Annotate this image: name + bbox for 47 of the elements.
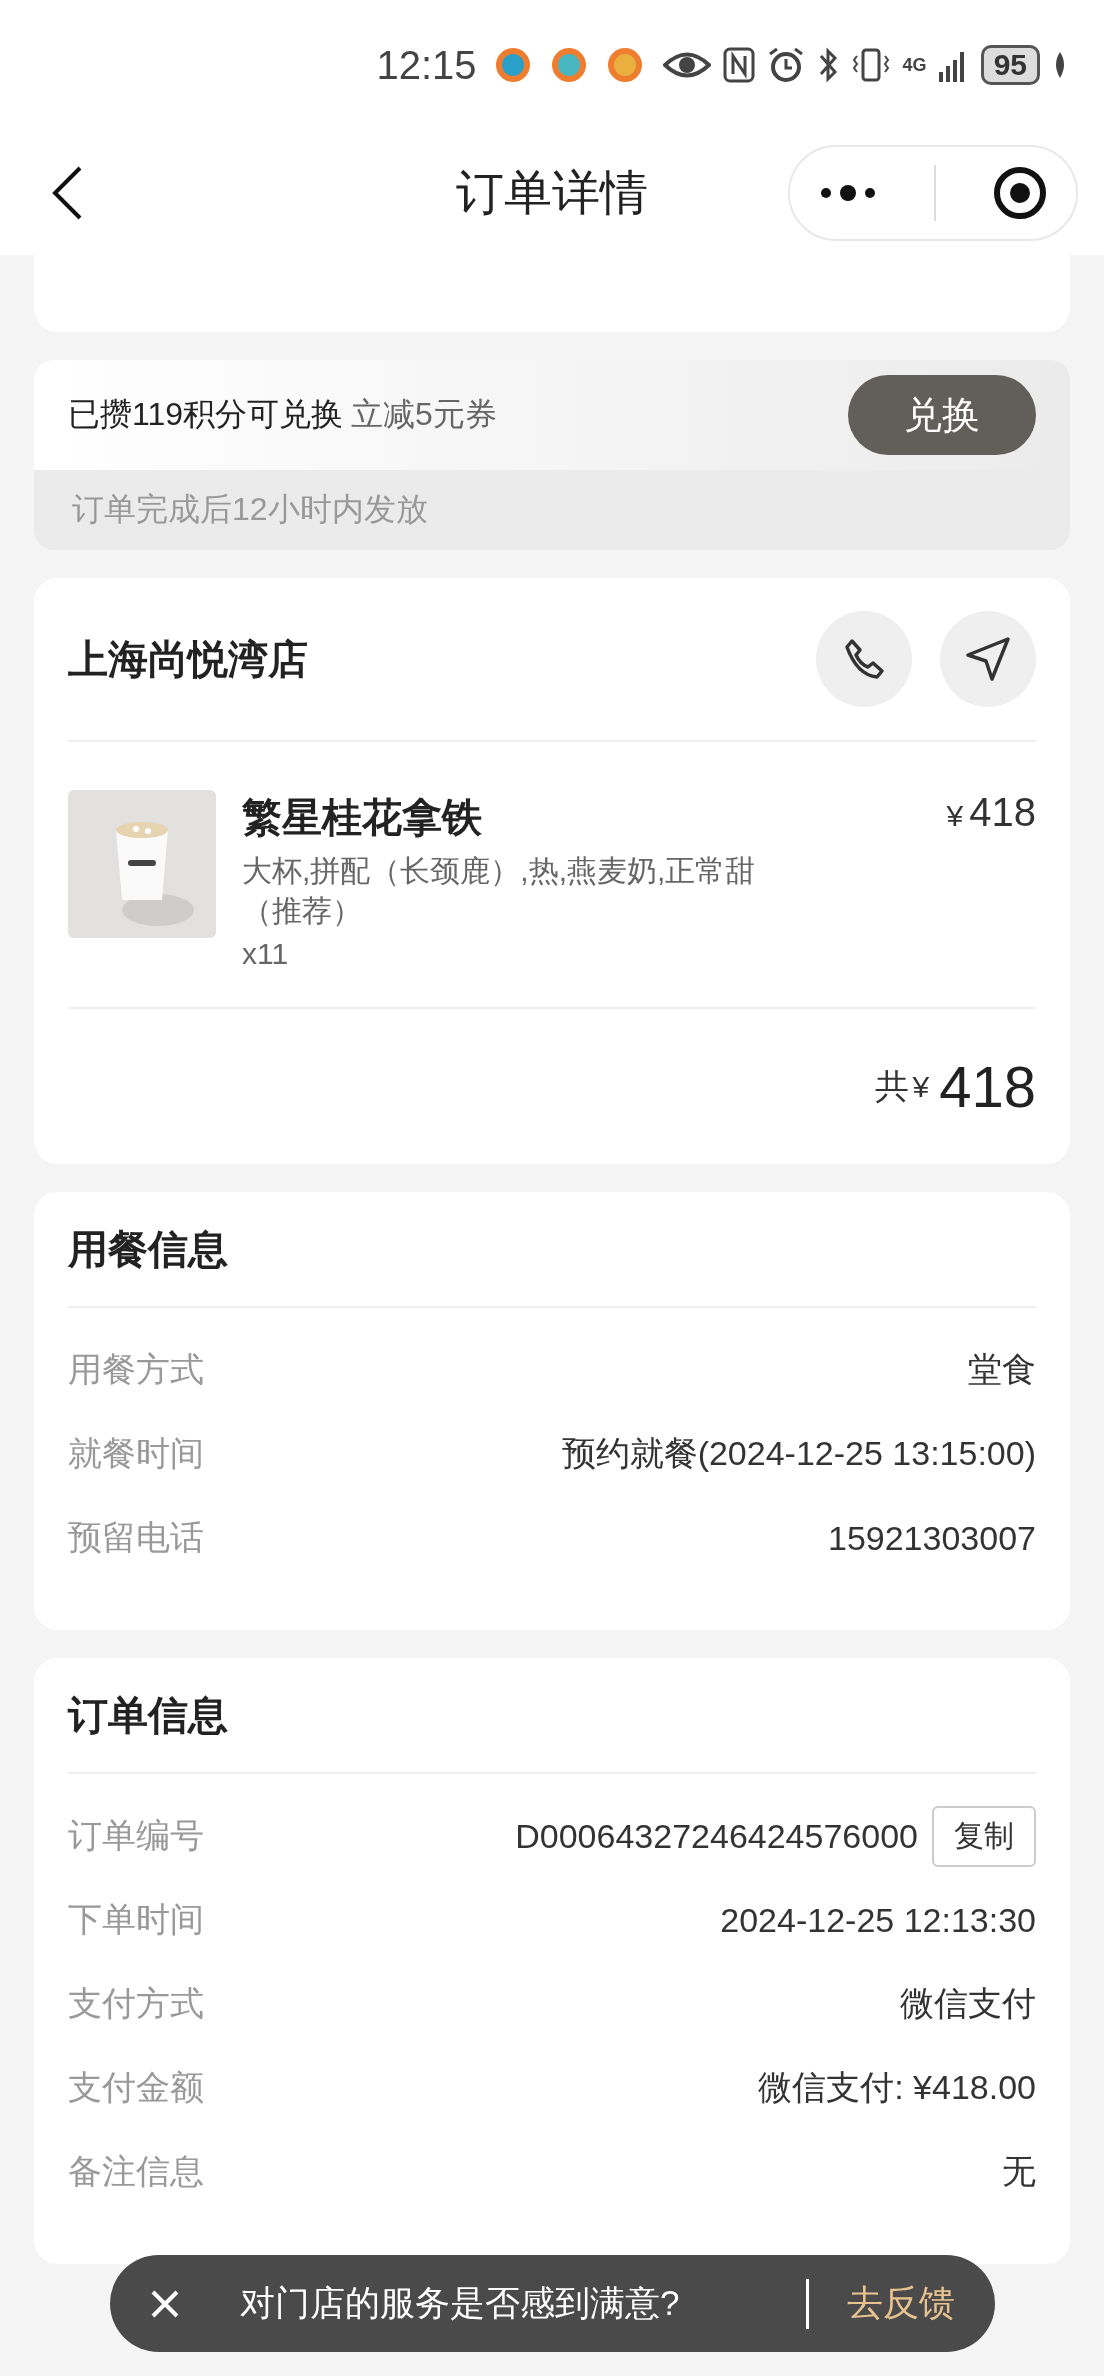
info-label: 用餐方式	[68, 1349, 204, 1390]
app-notification-icon	[550, 47, 587, 83]
app-notification-icon	[494, 47, 531, 83]
app-notification-icon	[606, 47, 643, 83]
toast-message: 对门店的服务是否感到满意?	[240, 2282, 680, 2324]
info-value: 微信支付	[900, 1983, 1036, 2024]
close-icon[interactable]	[150, 2288, 180, 2319]
copy-button[interactable]: 复制	[932, 1805, 1036, 1867]
info-label: 订单编号	[68, 1815, 204, 1856]
info-value: 微信支付: ¥418.00	[758, 2067, 1036, 2108]
section-title: 订单信息	[68, 1691, 228, 1739]
vibrate-icon	[850, 46, 891, 84]
section-title: 用餐信息	[68, 1225, 228, 1273]
network-label: 4G	[902, 54, 927, 76]
info-value: 预约就餐(2024-12-25 13:15:00)	[561, 1433, 1036, 1474]
points-note: 订单完成后12小时内发放	[71, 490, 429, 529]
currency-symbol: ¥	[912, 1069, 930, 1104]
info-label: 支付金额	[68, 2067, 204, 2108]
feedback-link[interactable]: 去反馈	[847, 2279, 955, 2328]
total-amount: 418	[939, 1053, 1036, 1120]
navigation-icon	[964, 635, 1012, 683]
total-label: 共	[874, 1065, 909, 1107]
battery-level: 95	[980, 45, 1040, 85]
info-label: 就餐时间	[68, 1433, 204, 1474]
product-name: 繁星桂花拿铁	[242, 794, 483, 841]
info-label: 下单时间	[68, 1899, 204, 1940]
store-name: 上海尚悦湾店	[68, 635, 308, 683]
info-value: 无	[1002, 2151, 1036, 2192]
product-quantity: x11	[242, 937, 290, 971]
more-icon[interactable]	[818, 182, 878, 203]
page-title: 订单详情	[456, 165, 648, 219]
redeem-button[interactable]: 兑换	[848, 375, 1036, 455]
coupon-text: 立减5元券	[351, 395, 497, 434]
product-price: ¥418	[946, 790, 1036, 835]
info-value: 15921303007	[828, 1518, 1036, 1558]
status-time: 12:15	[376, 42, 477, 88]
info-label: 支付方式	[68, 1983, 204, 2024]
close-target-icon[interactable]	[992, 164, 1048, 221]
info-label: 预留电话	[68, 1517, 204, 1558]
info-value: 2024-12-25 12:13:30	[720, 1900, 1036, 1940]
points-text: 已攒119积分可兑换	[68, 395, 343, 434]
back-icon[interactable]	[50, 164, 84, 221]
info-label: 备注信息	[68, 2151, 204, 2192]
alarm-icon	[766, 46, 805, 84]
nfc-icon	[722, 46, 755, 84]
info-value: D00064327246424576000	[515, 1816, 918, 1856]
info-value: 堂食	[968, 1349, 1036, 1390]
